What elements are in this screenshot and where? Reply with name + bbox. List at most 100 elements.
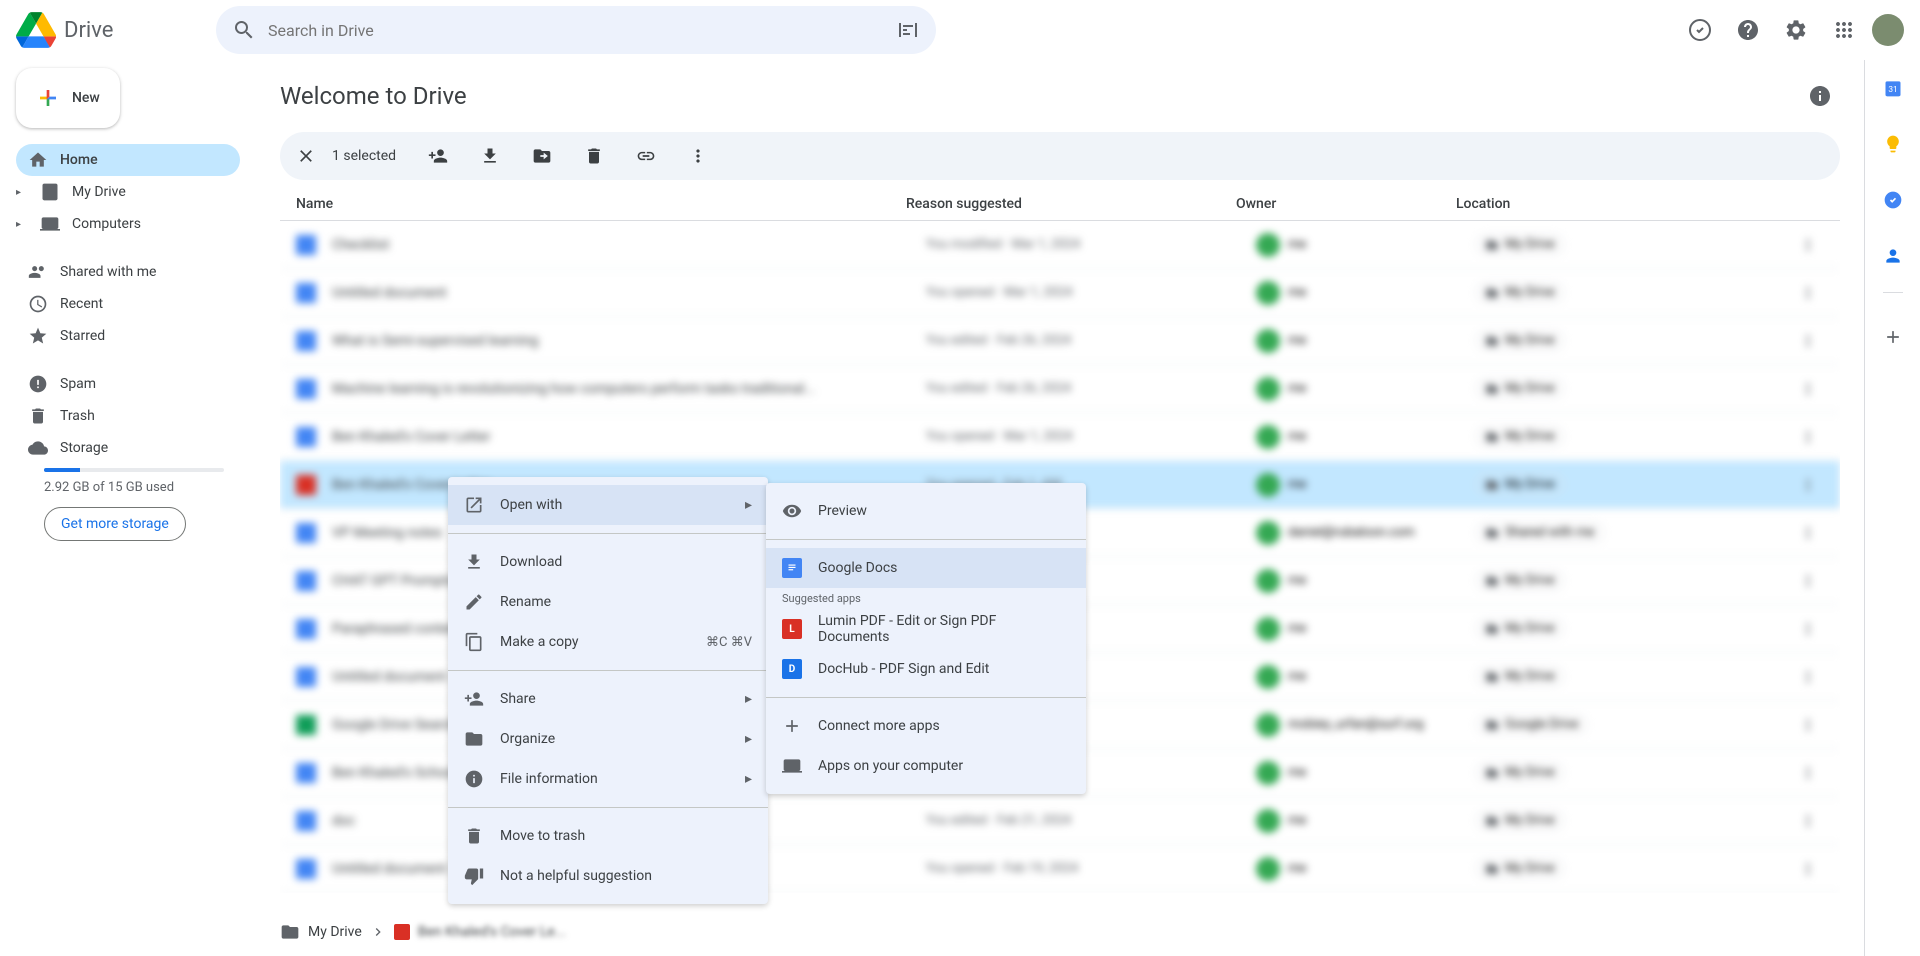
calendar-panel-icon[interactable]: 31 [1873, 68, 1913, 108]
menu-trash[interactable]: Move to trash [448, 816, 768, 856]
row-more-icon[interactable] [1792, 229, 1824, 261]
eye-icon [782, 501, 802, 521]
search-bar[interactable] [216, 6, 936, 54]
file-location: My Drive [1476, 474, 1564, 495]
cloud-icon [28, 438, 48, 458]
file-owner: me [1256, 281, 1476, 305]
logo-area[interactable]: Drive [16, 10, 216, 50]
row-more-icon[interactable] [1792, 277, 1824, 309]
menu-share[interactable]: Share [448, 679, 768, 719]
chevron-right-icon [745, 691, 752, 707]
file-owner: me [1256, 473, 1476, 497]
submenu-computer-apps[interactable]: Apps on your computer [766, 746, 1086, 786]
row-more-icon[interactable] [1792, 757, 1824, 789]
row-more-icon[interactable] [1792, 805, 1824, 837]
delete-action[interactable] [576, 138, 612, 174]
sidebar-item-starred[interactable]: Starred [16, 320, 240, 352]
file-location: My Drive [1476, 282, 1564, 303]
menu-file-info[interactable]: File information [448, 759, 768, 799]
apps-icon[interactable] [1824, 10, 1864, 50]
menu-copy[interactable]: Make a copy ⌘C ⌘V [448, 622, 768, 662]
file-type-icon [296, 715, 316, 735]
sidebar-item-computers[interactable]: Computers [16, 208, 240, 240]
row-more-icon[interactable] [1792, 613, 1824, 645]
file-location: My Drive [1476, 234, 1564, 255]
menu-organize[interactable]: Organize [448, 719, 768, 759]
file-row[interactable]: Machine learning is revolutionizing how … [280, 365, 1840, 413]
breadcrumb-current[interactable]: Ben Khaled's Cover Le... [418, 924, 566, 940]
file-row[interactable]: What is Semi-supervised learning You edi… [280, 317, 1840, 365]
menu-not-helpful[interactable]: Not a helpful suggestion [448, 856, 768, 896]
submenu-preview[interactable]: Preview [766, 491, 1086, 531]
filter-icon[interactable] [896, 18, 920, 42]
contacts-panel-icon[interactable] [1873, 236, 1913, 276]
move-action[interactable] [524, 138, 560, 174]
row-more-icon[interactable] [1792, 853, 1824, 885]
sidebar-item-home[interactable]: Home [16, 144, 240, 176]
file-location: My Drive [1476, 858, 1564, 879]
file-row[interactable]: Ben Khaled's Cover Letter You opened · M… [280, 413, 1840, 461]
submenu-connect-apps[interactable]: Connect more apps [766, 706, 1086, 746]
user-avatar[interactable] [1872, 14, 1904, 46]
download-action[interactable] [472, 138, 508, 174]
column-name[interactable]: Name [296, 196, 906, 212]
more-action[interactable] [680, 138, 716, 174]
sidebar-item-mydrive[interactable]: My Drive [16, 176, 240, 208]
new-button[interactable]: New [16, 68, 120, 128]
submenu-dochub[interactable]: D DocHub - PDF Sign and Edit [766, 649, 1086, 689]
get-storage-button[interactable]: Get more storage [44, 507, 186, 541]
row-more-icon[interactable] [1792, 421, 1824, 453]
sidebar-item-label: Storage [60, 440, 108, 456]
row-more-icon[interactable] [1792, 565, 1824, 597]
ready-offline-icon[interactable] [1680, 10, 1720, 50]
file-owner: me [1256, 617, 1476, 641]
file-location: Google Drive [1476, 714, 1587, 735]
info-button[interactable] [1800, 76, 1840, 116]
dochub-icon: D [782, 659, 802, 679]
file-type-icon [296, 523, 316, 543]
file-owner: mobiey_urfan@surf.org [1256, 713, 1476, 737]
storage-text: 2.92 GB of 15 GB used [44, 480, 240, 495]
file-row[interactable]: Untitled document You opened · Mar 1, 20… [280, 269, 1840, 317]
add-panel-icon[interactable] [1873, 317, 1913, 357]
settings-icon[interactable] [1776, 10, 1816, 50]
drive-icon [40, 182, 60, 202]
breadcrumb-root[interactable]: My Drive [308, 924, 362, 940]
submenu-lumin[interactable]: L Lumin PDF - Edit or Sign PDF Documents [766, 609, 1086, 649]
file-location: My Drive [1476, 762, 1564, 783]
menu-rename[interactable]: Rename [448, 582, 768, 622]
menu-download[interactable]: Download [448, 542, 768, 582]
close-icon[interactable] [296, 146, 316, 166]
column-owner[interactable]: Owner [1236, 196, 1456, 212]
menu-open-with[interactable]: Open with [448, 485, 768, 525]
file-type-icon [296, 619, 316, 639]
sidebar-item-label: Home [60, 152, 98, 168]
sidebar-item-shared[interactable]: Shared with me [16, 256, 240, 288]
row-more-icon[interactable] [1792, 517, 1824, 549]
sidebar-item-storage[interactable]: Storage [16, 432, 240, 464]
sidebar-item-spam[interactable]: Spam [16, 368, 240, 400]
help-icon[interactable] [1728, 10, 1768, 50]
column-reason[interactable]: Reason suggested [906, 196, 1236, 212]
file-location: My Drive [1476, 426, 1564, 447]
link-action[interactable] [628, 138, 664, 174]
row-more-icon[interactable] [1792, 469, 1824, 501]
row-more-icon[interactable] [1792, 325, 1824, 357]
row-more-icon[interactable] [1792, 373, 1824, 405]
file-owner: me [1256, 665, 1476, 689]
share-action[interactable] [420, 138, 456, 174]
row-more-icon[interactable] [1792, 709, 1824, 741]
sidebar-item-trash[interactable]: Trash [16, 400, 240, 432]
file-row[interactable]: Checklist You modified · Mar 1, 2024 me … [280, 221, 1840, 269]
tasks-panel-icon[interactable] [1873, 180, 1913, 220]
submenu-google-docs[interactable]: Google Docs [766, 548, 1086, 588]
row-more-icon[interactable] [1792, 661, 1824, 693]
search-input[interactable] [268, 21, 884, 40]
column-location[interactable]: Location [1456, 196, 1824, 212]
page-title: Welcome to Drive [280, 82, 467, 110]
keep-panel-icon[interactable] [1873, 124, 1913, 164]
open-icon [464, 495, 484, 515]
sidebar-item-recent[interactable]: Recent [16, 288, 240, 320]
sidebar-item-label: Shared with me [60, 264, 156, 280]
info-icon [464, 769, 484, 789]
